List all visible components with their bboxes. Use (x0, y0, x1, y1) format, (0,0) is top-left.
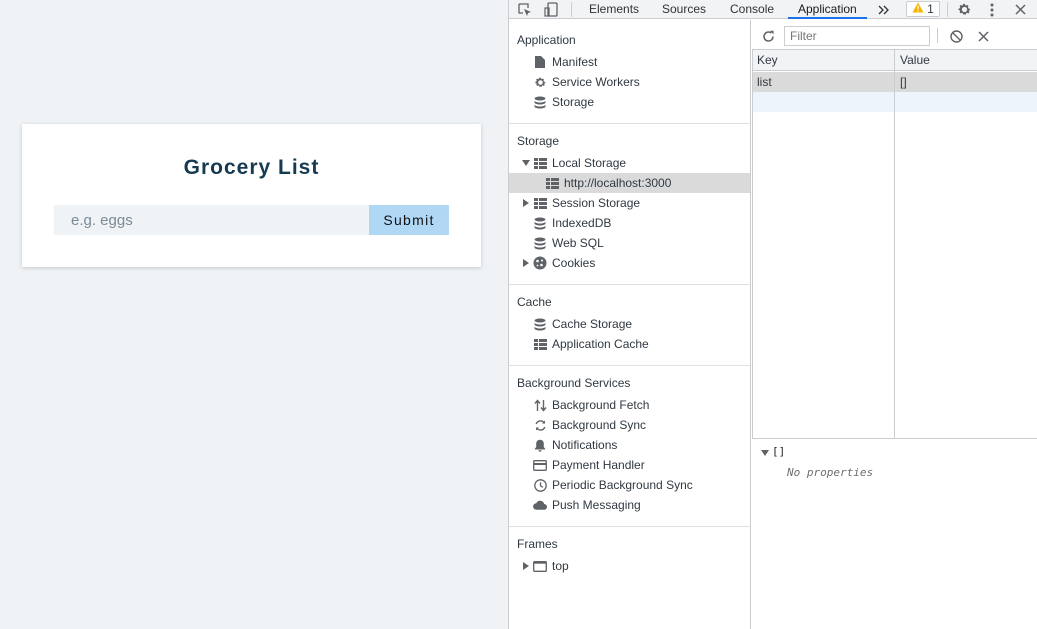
frame-icon (533, 559, 547, 573)
chevron-double-right-icon[interactable] (875, 1, 893, 18)
sidebar-item-background-sync[interactable]: Background Sync (509, 415, 750, 435)
column-divider (894, 50, 895, 439)
table-icon (533, 337, 547, 351)
page-title: Grocery List (183, 156, 320, 179)
warning-count: 1 (927, 2, 934, 16)
app-page: Grocery List Submit (0, 0, 508, 629)
sidebar-item-session-storage[interactable]: Session Storage (509, 193, 750, 213)
table-icon (545, 176, 559, 190)
sidebar-item-localhost-origin[interactable]: http://localhost:3000 (509, 173, 750, 193)
sidebar-item-manifest[interactable]: Manifest (509, 52, 750, 72)
collapsed-arrow-icon[interactable] (521, 562, 530, 571)
sidebar-item-frame-top[interactable]: top (509, 556, 750, 576)
bell-icon (533, 438, 547, 452)
expanded-arrow-icon[interactable] (521, 159, 530, 168)
preview-empty-text: No properties (787, 466, 874, 479)
active-tab-indicator (788, 17, 867, 19)
table-icon (533, 196, 547, 210)
gear-icon (533, 75, 547, 89)
preview-value: [] (772, 445, 786, 458)
cloud-icon (533, 498, 547, 512)
column-header-key[interactable]: Key (757, 53, 778, 67)
kebab-menu-icon[interactable] (983, 1, 1001, 18)
delete-selected-icon[interactable] (974, 27, 992, 45)
gear-icon[interactable] (955, 1, 973, 18)
sidebar-item-payment-handler[interactable]: Payment Handler (509, 455, 750, 475)
cookie-icon (533, 256, 547, 270)
clear-all-icon[interactable] (947, 27, 965, 45)
cell-value: [] (900, 75, 907, 89)
database-icon (533, 95, 547, 109)
grocery-item-input[interactable] (54, 205, 370, 235)
storage-data-grid: Key Value list [] (752, 50, 1037, 439)
devtools-toolbar: Elements Sources Console Application 1 (509, 0, 1037, 19)
expanded-arrow-icon[interactable] (760, 448, 769, 457)
database-icon (533, 317, 547, 331)
sidebar-item-background-fetch[interactable]: Background Fetch (509, 395, 750, 415)
document-icon (533, 55, 547, 69)
collapsed-arrow-icon[interactable] (521, 199, 530, 208)
database-icon (533, 216, 547, 230)
close-icon[interactable] (1011, 1, 1029, 18)
clock-icon (533, 478, 547, 492)
section-title-background-services: Background Services (517, 376, 631, 390)
sidebar-item-local-storage[interactable]: Local Storage (509, 153, 750, 173)
devtools-panel: Elements Sources Console Application 1 A… (508, 0, 1037, 629)
value-preview: [] No properties (752, 440, 1037, 629)
sidebar-item-websql[interactable]: Web SQL (509, 233, 750, 253)
sidebar-item-cache-storage[interactable]: Cache Storage (509, 314, 750, 334)
column-header-value[interactable]: Value (900, 53, 930, 67)
refresh-icon[interactable] (759, 27, 777, 45)
sidebar-item-cookies[interactable]: Cookies (509, 253, 750, 273)
tab-console[interactable]: Console (730, 0, 774, 19)
cell-key: list (757, 75, 772, 89)
sync-icon (533, 418, 547, 432)
up-down-arrows-icon (533, 398, 547, 412)
sidebar-item-notifications[interactable]: Notifications (509, 435, 750, 455)
sidebar-item-application-cache[interactable]: Application Cache (509, 334, 750, 354)
database-icon (533, 236, 547, 250)
grocery-card: Grocery List Submit (22, 124, 481, 267)
section-title-storage: Storage (517, 134, 560, 148)
section-title-application: Application (517, 33, 576, 47)
tab-sources[interactable]: Sources (662, 0, 706, 19)
tab-elements[interactable]: Elements (589, 0, 639, 19)
sidebar-item-indexeddb[interactable]: IndexedDB (509, 213, 750, 233)
table-icon (533, 156, 547, 170)
storage-main-pane: Key Value list [] [] No properties (752, 20, 1037, 629)
device-toolbar-icon[interactable] (542, 1, 560, 18)
inspect-element-icon[interactable] (516, 1, 534, 18)
submit-button[interactable]: Submit (369, 205, 449, 235)
filter-input[interactable] (784, 26, 930, 46)
application-sidebar: Application Manifest Service Workers Sto… (509, 20, 751, 629)
credit-card-icon (533, 458, 547, 472)
sidebar-item-push-messaging[interactable]: Push Messaging (509, 495, 750, 515)
collapsed-arrow-icon[interactable] (521, 259, 530, 268)
sidebar-item-periodic-background-sync[interactable]: Periodic Background Sync (509, 475, 750, 495)
section-title-frames: Frames (517, 537, 558, 551)
sidebar-item-service-workers[interactable]: Service Workers (509, 72, 750, 92)
filter-toolbar (752, 20, 1037, 50)
warning-icon (912, 2, 924, 16)
warning-badge[interactable]: 1 (906, 1, 940, 17)
section-title-cache: Cache (517, 295, 552, 309)
sidebar-item-storage[interactable]: Storage (509, 92, 750, 112)
